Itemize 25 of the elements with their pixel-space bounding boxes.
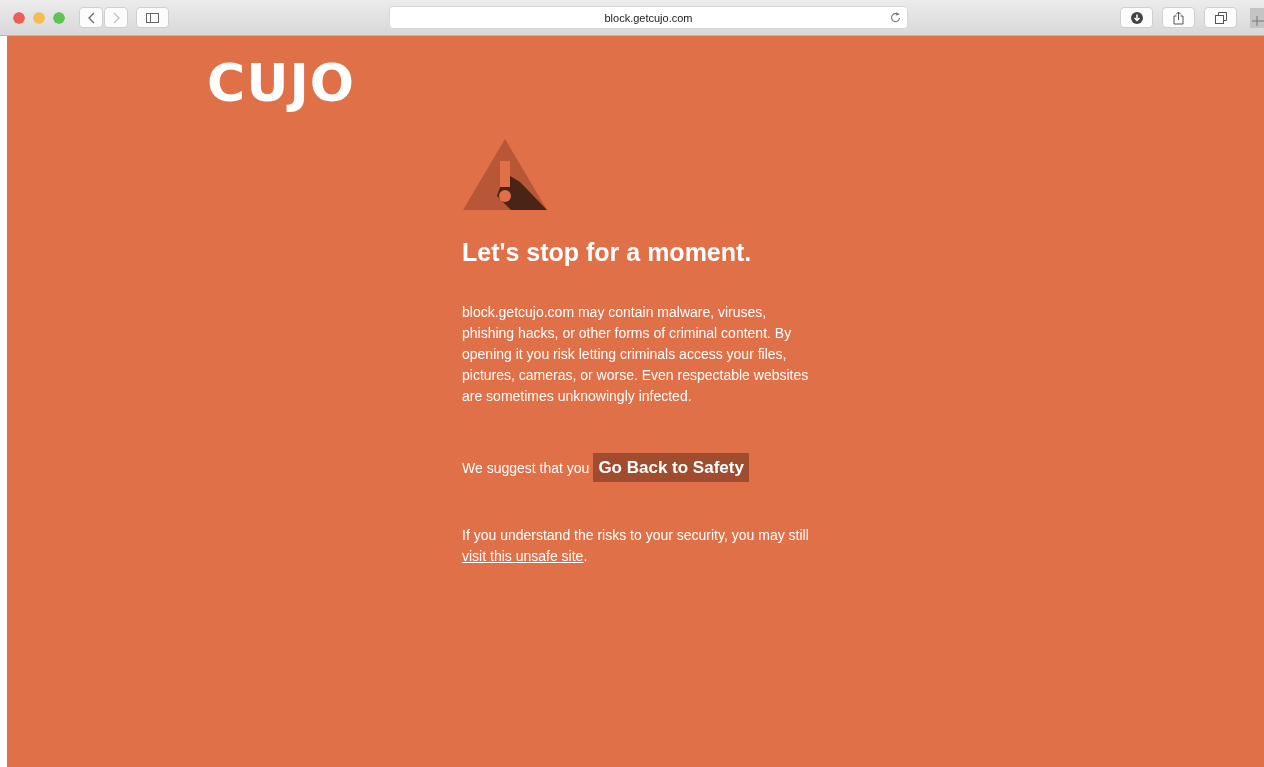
back-button[interactable]	[79, 7, 103, 28]
maximize-window-icon[interactable]	[53, 11, 65, 24]
reload-icon[interactable]	[890, 11, 901, 23]
heading: Let's stop for a moment.	[462, 237, 752, 268]
warning-icon	[462, 137, 548, 212]
tabs-button[interactable]	[1204, 7, 1237, 28]
right-chevron-icon	[111, 11, 121, 24]
sidebar-icon	[146, 12, 159, 23]
logo: CUJO	[207, 54, 355, 112]
download-icon	[1130, 11, 1143, 24]
url-text: block.getcujo.com	[604, 11, 693, 24]
tabs-icon	[1214, 11, 1227, 24]
warning-text: block.getcujo.com may contain malware, viruses, phishing hacks, or other forms of criminal content. By opening it you risk letting criminals access your files, pictures, cameras, or worse. Even respectable websites are sometimes unknowingly infected.	[462, 303, 810, 406]
sidebar-button[interactable]	[136, 7, 169, 28]
risk-text: If you understand the risks to your security, you may still visit this unsafe site.	[462, 526, 810, 566]
minimize-window-icon[interactable]	[33, 11, 45, 24]
address-field[interactable]: block.getcujo.com	[389, 6, 908, 29]
close-window-icon[interactable]	[13, 11, 25, 24]
share-button[interactable]	[1162, 7, 1195, 28]
suggestion-text: We suggest that you	[462, 459, 590, 476]
go-back-button[interactable]: Go Back to Safety	[593, 453, 749, 482]
unsafe-site-link[interactable]: visit this unsafe site	[462, 548, 584, 564]
left-chevron-icon	[86, 11, 96, 24]
downloads-button[interactable]	[1120, 7, 1153, 28]
share-icon	[1173, 10, 1184, 25]
